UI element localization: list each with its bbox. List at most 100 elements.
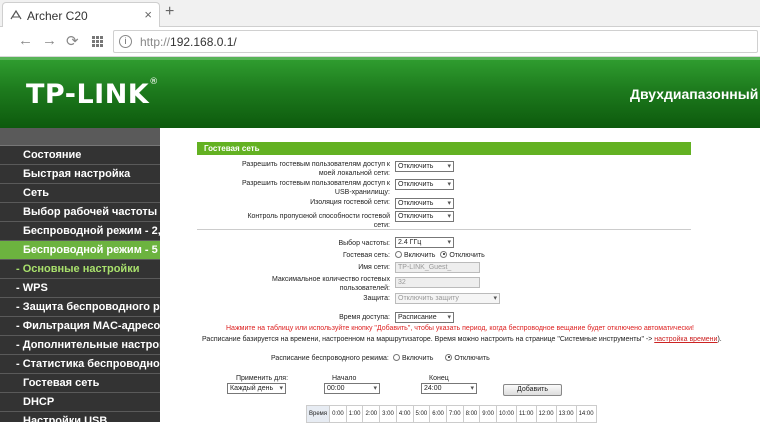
hour-cell[interactable]: 14:00 [575,405,597,423]
sidebar-item-wps[interactable]: - WPS [0,279,160,298]
hour-cell[interactable]: 3:00 [379,405,397,423]
security-select[interactable]: Отключить защиту ▾ [395,293,500,304]
sidebar-item-wireless-5[interactable]: Беспроводной режим - 5 Г [0,241,160,260]
url-text: http://192.168.0.1/ [140,35,237,49]
hour-cell[interactable]: 2:00 [362,405,381,423]
wireless-schedule-radios: Включить Отключить [393,353,490,363]
sidebar-menu: Состояние Быстрая настройка Сеть Выбор р… [0,128,160,422]
note-suffix: ). [717,336,722,343]
time-header: Время [305,405,331,423]
reload-icon[interactable]: ⟳ [66,32,79,50]
apply-for-value: Каждый день [230,385,274,392]
allow-usb-select[interactable]: Отключить ▾ [395,179,454,190]
ws-disable-radio[interactable] [445,353,453,361]
hour-cell[interactable]: 12:00 [535,405,557,423]
freq-label: Выбор частоты: [338,240,390,247]
sidebar-item-wireless-stats[interactable]: - Статистика беспроводно [0,355,160,374]
tab-title: Archer C20 [27,9,88,23]
sidebar-item-usb[interactable]: Настройки USB [0,412,160,422]
time-settings-link[interactable]: настройка времени [654,336,717,343]
guest-enable-radio[interactable] [395,250,402,258]
hour-cell[interactable]: 5:00 [412,405,431,423]
freq-select[interactable]: 2.4 ГГц ▾ [395,237,454,248]
sidebar-item-dhcp[interactable]: DHCP [0,393,160,412]
logo-text: TP-LINK [26,79,150,110]
divider [197,229,691,230]
bandwidth-select[interactable]: Отключить ▾ [395,211,454,222]
allow-lan-value: Отключить [398,163,434,170]
chevron-down-icon: ▾ [447,314,451,321]
info-icon[interactable]: i [119,35,132,48]
apps-grid-icon[interactable] [92,36,103,47]
router-header: TP-LINK® Двухдиапазонный бе [0,57,760,128]
security-label: Защита: [363,295,390,302]
sidebar-item-band-select[interactable]: Выбор рабочей частоты [0,203,160,222]
sidebar-item-wireless-security[interactable]: - Защита беспроводного ре [0,298,160,317]
freq-value: 2.4 ГГц [398,239,422,246]
apply-for-select[interactable]: Каждый день ▾ [227,383,286,394]
sidebar-item-basic-settings[interactable]: - Основные настройки [0,260,160,279]
address-bar[interactable]: i http://192.168.0.1/ [113,30,758,53]
hour-cell[interactable]: 9:00 [479,405,497,423]
add-button[interactable]: Добавить [503,384,562,396]
apply-for-label: Применить для: [236,375,289,382]
hour-cell[interactable]: 7:00 [445,405,464,423]
sidebar-item-guest-network[interactable]: Гостевая сеть [0,374,160,393]
sidebar-item-network[interactable]: Сеть [0,184,160,203]
start-select[interactable]: 00:00 ▾ [324,383,380,394]
max-users-label: Максимальное количество гостевых пользов… [271,276,390,292]
back-arrow-icon[interactable]: ← [18,32,33,49]
ssid-input[interactable]: TP-LINK_Guest_ [395,262,480,273]
forward-arrow-icon[interactable]: → [42,32,57,49]
url-host: 192.168.0.1/ [170,35,237,49]
access-time-label: Время доступа: [339,314,390,321]
guest-disable-label: Отключить [449,252,485,259]
sidebar-item-mac-filter[interactable]: - Фильтрация MAC-адресо [0,317,160,336]
header-title: Двухдиапазонный бе [630,86,760,102]
new-tab-button[interactable]: + [165,3,174,21]
hour-cell[interactable]: 11:00 [515,405,537,423]
guest-network-radios: Включить Отключить [395,250,485,260]
allow-lan-select[interactable]: Отключить ▾ [395,161,454,172]
main-content: Гостевая сеть Разрешить гостевым пользов… [160,128,760,423]
end-select[interactable]: 24:00 ▾ [421,383,477,394]
schedule-note: Расписание базируется на времени, настро… [202,335,722,344]
panel-title: Гостевая сеть [197,142,691,155]
sidebar-item-status[interactable]: Состояние [0,146,160,165]
chevron-down-icon: ▾ [373,385,377,392]
hour-cell[interactable]: 1:00 [345,405,364,423]
chevron-down-icon: ▾ [447,163,451,170]
guest-network-label: Гостевая сеть: [343,252,390,259]
hour-cell[interactable]: 13:00 [555,405,577,423]
hour-cell[interactable]: 4:00 [395,405,414,423]
start-label: Начало [332,375,357,382]
end-label: Конец [429,375,449,382]
browser-tab-bar: Archer C20 × + [0,0,760,27]
hour-cell[interactable]: 6:00 [429,405,447,423]
chevron-down-icon: ▾ [447,181,451,188]
guest-disable-radio[interactable] [440,250,448,258]
ws-enable-label: Включить [402,355,434,362]
sidebar-item-advanced[interactable]: - Дополнительные настрой [0,336,160,355]
tp-link-logo: TP-LINK® [26,77,159,110]
hour-cell[interactable]: 8:00 [462,405,481,423]
chevron-down-icon: ▾ [447,200,451,207]
ws-enable-radio[interactable] [393,353,400,361]
sidebar-item-wireless-24[interactable]: Беспроводной режим - 2,4 [0,222,160,241]
hour-cell[interactable]: 10:00 [495,405,517,423]
browser-tab[interactable]: Archer C20 × [2,2,160,27]
bandwidth-label: Контроль пропускной способности гостевой… [247,213,390,229]
sidebar-item-quick-setup[interactable]: Быстрая настройка [0,165,160,184]
tab-close-icon[interactable]: × [144,7,152,22]
access-time-value: Расписание [398,314,437,321]
bandwidth-value: Отключить [398,213,434,220]
max-users-input[interactable]: 32 [395,277,480,288]
chevron-down-icon: ▾ [279,385,283,392]
isolation-select[interactable]: Отключить ▾ [395,198,454,209]
hour-cell[interactable]: 0:00 [329,405,347,423]
start-value: 00:00 [327,385,345,392]
schedule-header-row: Время 0:00 1:00 2:00 3:00 4:00 5:00 6:00… [305,405,597,423]
schedule-table[interactable]: Время 0:00 1:00 2:00 3:00 4:00 5:00 6:00… [305,405,597,423]
allow-usb-label: Разрешить гостевым пользователям доступ … [241,180,390,196]
access-time-select[interactable]: Расписание ▾ [395,312,454,323]
